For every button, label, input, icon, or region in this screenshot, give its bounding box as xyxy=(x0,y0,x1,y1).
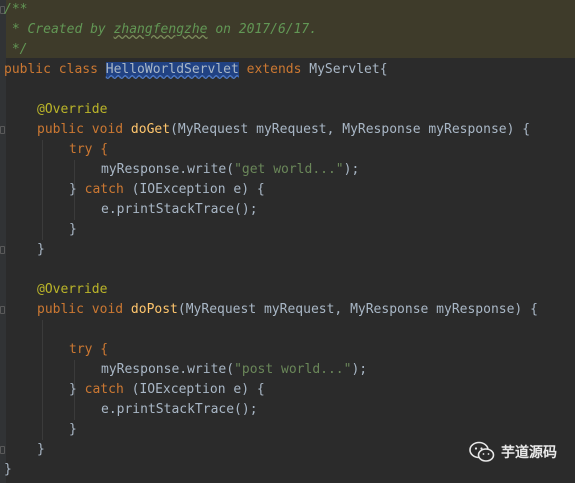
code-line[interactable]: /** xyxy=(4,0,27,20)
code-text: e.printStackTrace(); xyxy=(101,402,258,417)
code-line[interactable]: } xyxy=(69,220,77,240)
code-text: (IOException e) { xyxy=(123,382,265,397)
code-text: } xyxy=(4,462,12,477)
doc-comment: * Created by xyxy=(4,22,114,37)
code-text: } xyxy=(37,242,45,257)
code-line[interactable]: * Created by zhangfengzhe on 2017/6/17. xyxy=(4,20,317,40)
code-line[interactable]: } catch (IOException e) { xyxy=(69,380,265,400)
fold-marker-icon[interactable] xyxy=(0,446,5,454)
keyword: try { xyxy=(69,342,109,357)
code-text: } xyxy=(69,222,77,237)
keyword: public void xyxy=(37,122,131,137)
method-name: doGet xyxy=(130,122,171,137)
code-line[interactable]: */ xyxy=(4,40,28,60)
code-line[interactable]: myResponse.write("post world..."); xyxy=(101,360,367,380)
code-line[interactable]: myResponse.write("get world..."); xyxy=(101,160,359,180)
wechat-icon xyxy=(469,441,495,462)
method-name: doPost xyxy=(130,302,178,317)
code-line[interactable]: } catch (IOException e) { xyxy=(69,180,265,200)
code-line[interactable]: } xyxy=(37,240,45,260)
code-text: (MyRequest myRequest, MyResponse myRespo… xyxy=(177,302,538,317)
code-text: } xyxy=(69,422,77,437)
indent-guide xyxy=(42,320,43,440)
string-literal: "get world..." xyxy=(234,162,344,177)
keyword: public void xyxy=(37,302,131,317)
code-line[interactable]: e.printStackTrace(); xyxy=(101,200,258,220)
code-line[interactable]: public void doPost(MyRequest myRequest, … xyxy=(37,300,538,320)
code-editor[interactable]: /** * Created by zhangfengzhe on 2017/6/… xyxy=(0,0,575,483)
code-line[interactable]: e.printStackTrace(); xyxy=(101,400,258,420)
code-line[interactable]: @Override xyxy=(37,280,107,300)
code-line[interactable]: try { xyxy=(69,340,108,360)
indent-guide xyxy=(42,140,43,240)
code-text: } xyxy=(69,182,85,197)
code-text: ); xyxy=(343,162,360,177)
doc-comment: */ xyxy=(4,42,28,57)
code-text: e.printStackTrace(); xyxy=(101,202,258,217)
keyword: extends xyxy=(238,62,310,77)
code-line[interactable]: } xyxy=(69,420,77,440)
code-line[interactable]: public class HelloWorldServlet extends M… xyxy=(4,60,388,80)
watermark: 芋道源码 xyxy=(469,441,557,463)
code-text: } xyxy=(37,442,45,457)
selected-class-name[interactable]: HelloWorldServlet xyxy=(105,62,239,77)
keyword: public class xyxy=(4,62,106,77)
code-line[interactable]: @Override xyxy=(37,100,107,120)
fold-marker-icon[interactable] xyxy=(0,306,5,314)
annotation: @Override xyxy=(37,282,108,297)
code-text: } xyxy=(69,382,85,397)
keyword: catch xyxy=(84,182,124,197)
doc-comment: on 2017/6/17. xyxy=(207,22,318,37)
fold-marker-icon[interactable] xyxy=(0,246,5,254)
code-text: (IOException e) { xyxy=(123,182,265,197)
doc-author: zhangfengzhe xyxy=(113,22,208,37)
annotation: @Override xyxy=(37,102,108,117)
fold-marker-icon[interactable] xyxy=(0,126,5,134)
code-line[interactable]: public void doGet(MyRequest myRequest, M… xyxy=(37,120,530,140)
doc-comment: /** xyxy=(4,2,28,17)
string-literal: "post world..." xyxy=(234,362,352,377)
watermark-text: 芋道源码 xyxy=(501,445,557,461)
code-text: ); xyxy=(351,362,368,377)
code-text: MyServlet{ xyxy=(309,62,388,77)
code-text: myResponse.write( xyxy=(101,162,235,177)
code-line[interactable]: try { xyxy=(69,140,108,160)
code-text: myResponse.write( xyxy=(101,362,235,377)
keyword: try { xyxy=(69,142,109,157)
keyword: catch xyxy=(84,382,124,397)
code-text: (MyRequest myRequest, MyResponse myRespo… xyxy=(170,122,531,137)
code-line[interactable]: } xyxy=(37,440,45,460)
code-line[interactable]: } xyxy=(4,460,12,480)
